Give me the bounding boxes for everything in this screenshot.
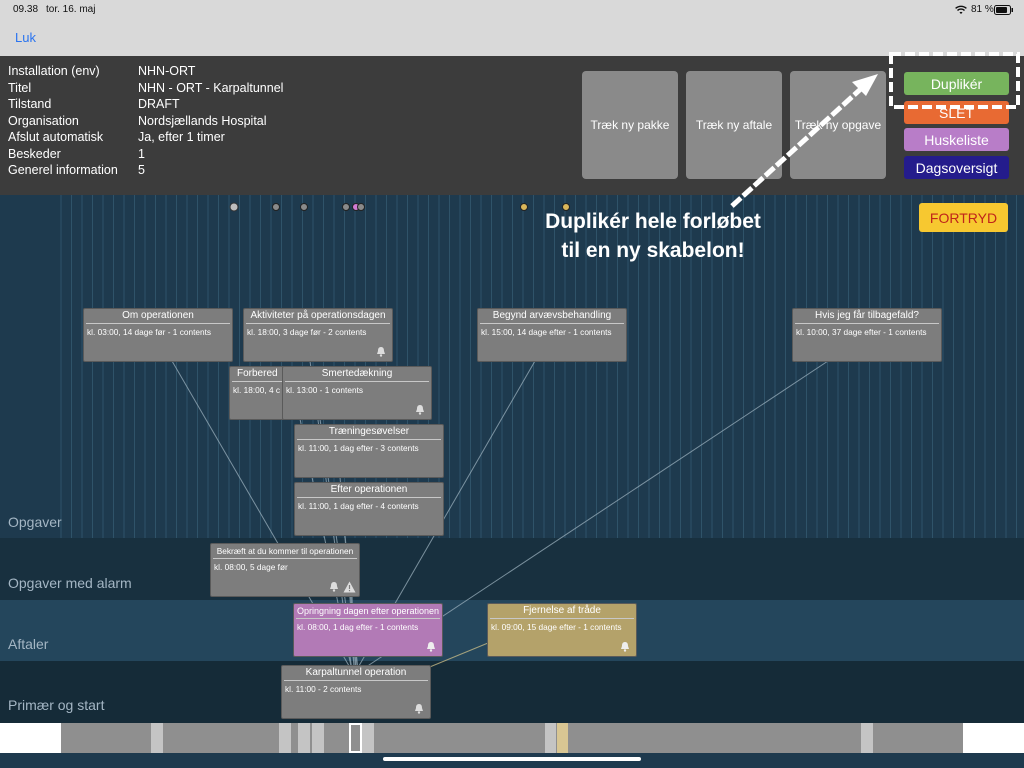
annotation-overlay xyxy=(730,52,1020,208)
